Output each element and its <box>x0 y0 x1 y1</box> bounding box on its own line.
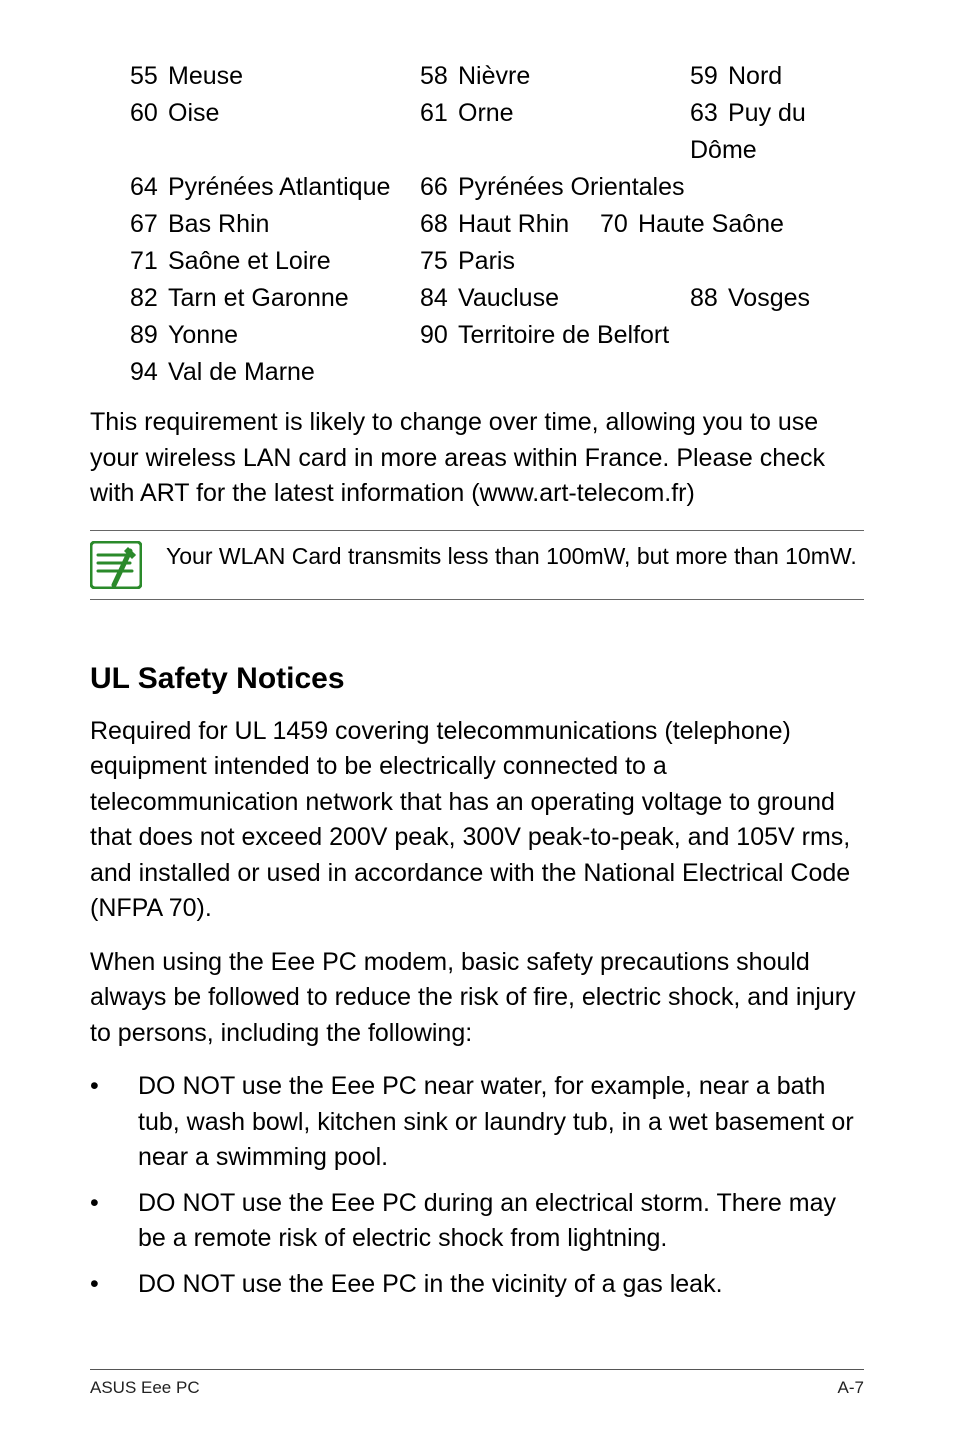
dept-row: 64Pyrénées Atlantique 66Pyrénées Orienta… <box>130 169 864 206</box>
dept-name: Val de Marne <box>168 358 315 386</box>
ul-para-1: Required for UL 1459 covering telecommun… <box>90 714 864 927</box>
bullet-text: DO NOT use the Eee PC near water, for ex… <box>138 1069 864 1176</box>
footer-left: ASUS Eee PC <box>90 1378 200 1398</box>
dept-num: 61 <box>420 95 458 132</box>
note-text: Your WLAN Card transmits less than 100mW… <box>166 541 857 572</box>
dept-name: Yonne <box>168 321 238 349</box>
dept-num: 89 <box>130 317 168 354</box>
list-item: • DO NOT use the Eee PC near water, for … <box>90 1069 864 1176</box>
dept-num: 82 <box>130 280 168 317</box>
dept-name: Territoire de Belfort <box>458 321 669 349</box>
dept-name: Nièvre <box>458 62 530 90</box>
note-box: Your WLAN Card transmits less than 100mW… <box>90 530 864 600</box>
dept-row: 82Tarn et Garonne 84Vaucluse 88Vosges <box>130 280 864 317</box>
dept-row: 94Val de Marne <box>130 354 864 391</box>
dept-name: Nord <box>728 62 782 90</box>
footer-right: A-7 <box>838 1378 864 1398</box>
dept-num: 63 <box>690 95 728 132</box>
dept-name: Pyrénées Orientales <box>458 173 685 201</box>
ul-para-2: When using the Eee PC modem, basic safet… <box>90 945 864 1052</box>
dept-row: 89Yonne 90Territoire de Belfort <box>130 317 864 354</box>
dept-num: 75 <box>420 243 458 280</box>
dept-num: 90 <box>420 317 458 354</box>
dept-name: Bas Rhin <box>168 210 269 238</box>
department-list: 55Meuse 58Nièvre 59Nord 60Oise 61Orne 63… <box>130 58 864 391</box>
dept-name: Pyrénées Atlantique <box>168 173 390 201</box>
ul-safety-heading: UL Safety Notices <box>90 662 864 696</box>
dept-name: Vosges <box>728 284 810 312</box>
list-item: • DO NOT use the Eee PC during an electr… <box>90 1186 864 1257</box>
dept-name: Paris <box>458 247 515 275</box>
dept-num: 70 <box>600 206 638 243</box>
dept-num: 58 <box>420 58 458 95</box>
dept-num: 88 <box>690 280 728 317</box>
dept-row: 67Bas Rhin 68Haut Rhin 70Haute Saône <box>130 206 864 243</box>
dept-name: Vaucluse <box>458 284 559 312</box>
dept-num: 67 <box>130 206 168 243</box>
dept-name: Orne <box>458 99 514 127</box>
dept-name: Haute Saône <box>638 210 784 238</box>
dept-num: 71 <box>130 243 168 280</box>
dept-num: 55 <box>130 58 168 95</box>
dept-num: 64 <box>130 169 168 206</box>
requirement-paragraph: This requirement is likely to change ove… <box>90 405 864 512</box>
bullet-dot-icon: • <box>90 1069 138 1176</box>
dept-num: 60 <box>130 95 168 132</box>
bullet-dot-icon: • <box>90 1267 138 1303</box>
bullet-dot-icon: • <box>90 1186 138 1257</box>
dept-row: 55Meuse 58Nièvre 59Nord <box>130 58 864 95</box>
dept-num: 68 <box>420 206 458 243</box>
bullet-text: DO NOT use the Eee PC during an electric… <box>138 1186 864 1257</box>
dept-name: Meuse <box>168 62 243 90</box>
dept-num: 84 <box>420 280 458 317</box>
dept-name: Haut Rhin <box>458 210 569 238</box>
page-footer: ASUS Eee PC A-7 <box>90 1369 864 1398</box>
dept-num: 66 <box>420 169 458 206</box>
dept-num: 59 <box>690 58 728 95</box>
dept-name: Tarn et Garonne <box>168 284 349 312</box>
bullet-text: DO NOT use the Eee PC in the vicinity of… <box>138 1267 864 1303</box>
note-icon <box>90 541 142 589</box>
bullet-list: • DO NOT use the Eee PC near water, for … <box>90 1069 864 1312</box>
dept-num: 94 <box>130 354 168 391</box>
dept-row: 71Saône et Loire 75Paris <box>130 243 864 280</box>
dept-row: 60Oise 61Orne 63Puy du Dôme <box>130 95 864 169</box>
dept-name: Saône et Loire <box>168 247 331 275</box>
dept-name: Oise <box>168 99 219 127</box>
list-item: • DO NOT use the Eee PC in the vicinity … <box>90 1267 864 1303</box>
